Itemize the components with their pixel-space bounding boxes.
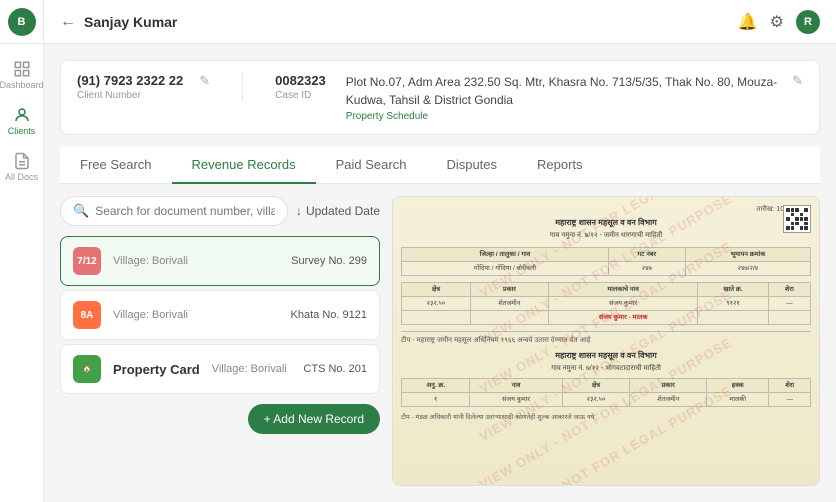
property-schedule-label: Property Schedule: [346, 111, 792, 122]
record-badge: 8A: [73, 301, 101, 329]
tab-revenue-records[interactable]: Revenue Records: [172, 147, 316, 184]
doc-footer-note: टीप - मंडळ अधिकारी यांनी दिलेल्या उताऱ्य…: [401, 413, 811, 422]
bell-icon[interactable]: 🔔: [738, 12, 758, 32]
record-item[interactable]: 7/12 Village: Borivali Survey No. 299: [60, 236, 380, 286]
filter-label: Updated Date: [306, 204, 380, 218]
tab-paid-search[interactable]: Paid Search: [316, 147, 427, 184]
case-id-label: Case ID: [275, 90, 326, 101]
search-input[interactable]: [95, 204, 275, 218]
document-preview: तारीख: 10.11.2023 महाराष्ट्र शासन महसूल …: [392, 196, 820, 486]
sidebar-item-label: All Docs: [5, 172, 38, 182]
record-village: Village: Borivali: [113, 309, 279, 321]
edit-property-icon[interactable]: ✎: [792, 73, 803, 89]
record-ref: CTS No. 201: [303, 363, 367, 375]
record-badge: 7/12: [73, 247, 101, 275]
doc-date: तारीख: 10.11.2023: [401, 205, 811, 215]
edit-client-icon[interactable]: ✎: [199, 73, 210, 89]
content-area: (91) 7923 2322 22 Client Number ✎ 008232…: [44, 44, 836, 502]
add-new-record-button[interactable]: + Add New Record: [248, 404, 380, 434]
client-card: (91) 7923 2322 22 Client Number ✎ 008232…: [60, 60, 820, 135]
record-ref: Khata No. 9121: [291, 309, 367, 321]
doc-content: तारीख: 10.11.2023 महाराष्ट्र शासन महसूल …: [393, 197, 819, 485]
user-avatar[interactable]: R: [796, 10, 820, 34]
record-ref: Survey No. 299: [291, 255, 367, 267]
tabs-container: Free Search Revenue Records Paid Search …: [60, 147, 820, 184]
doc-inner: तारीख: 10.11.2023 महाराष्ट्र शासन महसूल …: [393, 197, 819, 485]
sidebar-item-label: Clients: [8, 126, 36, 136]
doc-table-1: जिल्हा / तालुका / गाव गट नंबर भूमापन क्र…: [401, 247, 811, 276]
sidebar-item-dashboard[interactable]: Dashboard: [0, 52, 44, 98]
section-divider: [401, 331, 811, 332]
search-box[interactable]: 🔍: [60, 196, 288, 226]
back-button[interactable]: ←: [60, 13, 76, 31]
sidebar-item-clients[interactable]: Clients: [0, 98, 44, 144]
records-area: 🔍 ↓ Updated Date 7/12 Village: Borivali …: [60, 196, 820, 486]
doc-section2-subtitle: गाव नमुना नं. ७/१२ - भोगवटादाराची माहिती: [401, 364, 811, 374]
doc-table-2: क्षेत्रप्रकारमालकाचे नावखाते क्र.शेरा २३…: [401, 282, 811, 325]
tab-reports[interactable]: Reports: [517, 147, 603, 184]
client-phone: (91) 7923 2322 22: [77, 73, 183, 88]
topbar: ← Sanjay Kumar 🔔 ⚙ R: [44, 0, 836, 44]
sidebar-item-label: Dashboard: [0, 80, 44, 90]
record-village: Village: Borivali: [212, 363, 292, 375]
record-name: Property Card: [113, 362, 200, 377]
filter-button[interactable]: ↓ Updated Date: [296, 204, 380, 218]
logo-circle: B: [8, 8, 36, 36]
doc-notice: टीप - महाराष्ट्र जमीन महसूल अधिनियम १९६६…: [401, 336, 811, 346]
divider: [242, 73, 243, 101]
filter-arrow-icon: ↓: [296, 204, 302, 218]
settings-icon[interactable]: ⚙: [770, 12, 784, 32]
record-badge: 🏠: [73, 355, 101, 383]
sidebar: B Dashboard Clients All Docs: [0, 0, 44, 502]
tab-disputes[interactable]: Disputes: [426, 147, 517, 184]
sidebar-item-all-docs[interactable]: All Docs: [0, 144, 44, 190]
record-village: Village: Borivali: [113, 255, 279, 267]
record-item[interactable]: 8A Village: Borivali Khata No. 9121: [60, 290, 380, 340]
client-info: (91) 7923 2322 22 Client Number: [77, 73, 183, 101]
sidebar-nav: Dashboard Clients All Docs: [0, 44, 43, 190]
doc-subtitle: गाव नमुना नं. ७/१२ - जमीन धारणाची माहिती: [401, 231, 811, 241]
property-info: Plot No.07, Adm Area 232.50 Sq. Mtr, Kha…: [346, 73, 792, 122]
search-icon: 🔍: [73, 203, 89, 219]
doc-table-3: अनु. क्र.नावक्षेत्रप्रकारहक्कशेरा १संजय …: [401, 378, 811, 407]
topbar-right: 🔔 ⚙ R: [738, 10, 820, 34]
tab-free-search[interactable]: Free Search: [60, 147, 172, 184]
doc-qr-code: [783, 205, 811, 233]
record-list: 7/12 Village: Borivali Survey No. 299 8A…: [60, 236, 380, 394]
case-id: 0082323: [275, 73, 326, 88]
topbar-left: ← Sanjay Kumar: [60, 13, 177, 31]
records-left-panel: 🔍 ↓ Updated Date 7/12 Village: Borivali …: [60, 196, 380, 486]
page-title: Sanjay Kumar: [84, 14, 177, 30]
client-phone-label: Client Number: [77, 90, 183, 101]
property-address: Plot No.07, Adm Area 232.50 Sq. Mtr, Kha…: [346, 73, 792, 109]
case-info: 0082323 Case ID: [275, 73, 326, 101]
main-content: ← Sanjay Kumar 🔔 ⚙ R (91) 7923 2322 22 C…: [44, 0, 836, 502]
search-filter-row: 🔍 ↓ Updated Date: [60, 196, 380, 226]
doc-title: महाराष्ट्र शासन महसूल व वन विभाग: [401, 217, 811, 228]
doc-section2-title: महाराष्ट्र शासन महसूल व वन विभाग: [401, 350, 811, 361]
logo: B: [0, 0, 44, 44]
record-item[interactable]: 🏠 Property Card Village: Borivali CTS No…: [60, 344, 380, 394]
